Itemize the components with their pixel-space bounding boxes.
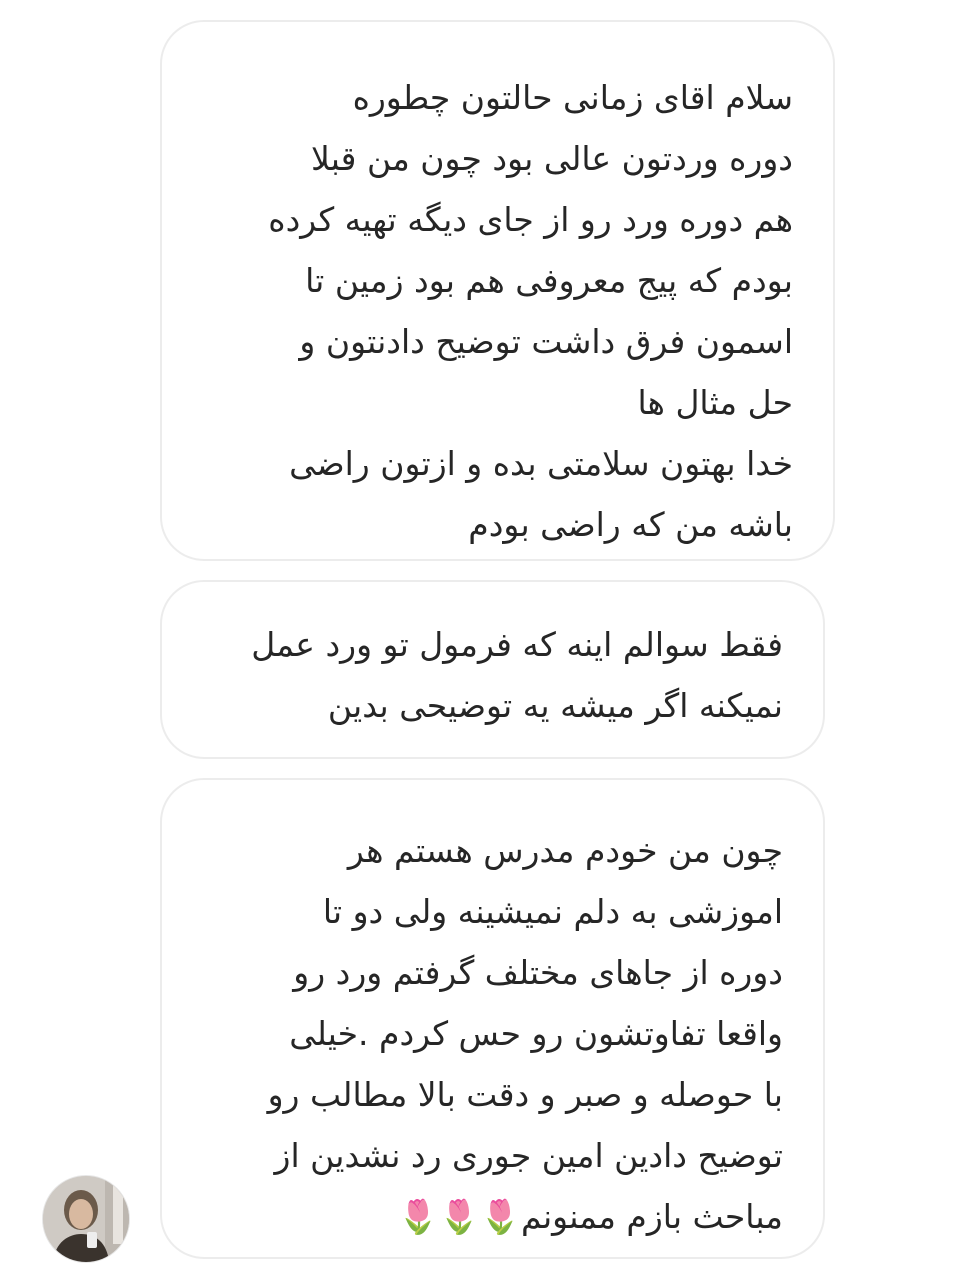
- message-line: فقط سوالم اینه که فرمول تو ورد عمل: [251, 625, 783, 664]
- message-line: نمیکنه اگر میشه یه توضیحی بدین: [327, 686, 783, 725]
- message-line: بودم که پیج معروفی هم بود زمین تا: [305, 261, 793, 300]
- message-bubble-1[interactable]: سلام اقای زمانی حالتون چطوره دوره وردتون…: [160, 20, 835, 561]
- message-line: توضیح دادین امین جوری رد نشدین از: [274, 1136, 783, 1175]
- message-line: واقعا تفاوتشون رو حس کردم .خیلی: [289, 1014, 783, 1053]
- message-line: خدا بهتون سلامتی بده و ازتون راضی: [289, 444, 793, 483]
- message-line: چون من خودم مدرس هستم هر: [347, 831, 783, 870]
- message-line: دوره وردتون عالی بود چون من قبلا: [311, 139, 793, 178]
- message-bubble-2[interactable]: فقط سوالم اینه که فرمول تو ورد عمل نمیکن…: [160, 580, 825, 759]
- message-line: باشه من که راضی بودم: [468, 505, 793, 544]
- message-line: سلام اقای زمانی حالتون چطوره: [352, 78, 793, 117]
- message-line: حل مثال ها: [637, 383, 794, 422]
- sender-avatar[interactable]: [42, 1175, 130, 1263]
- message-bubble-3[interactable]: چون من خودم مدرس هستم هر اموزشی به دلم ن…: [160, 778, 825, 1259]
- message-line: مباحث بازم ممنونم🌷🌷🌷: [397, 1197, 783, 1236]
- message-line: هم دوره ورد رو از جای دیگه تهیه کرده: [268, 200, 793, 239]
- message-line: اموزشی به دلم نمیشینه ولی دو تا: [322, 892, 783, 931]
- message-line: دوره از جاهای مختلف گرفتم ورد رو: [293, 953, 783, 992]
- message-line: با حوصله و صبر و دقت بالا مطالب رو: [267, 1075, 783, 1114]
- person-avatar-icon: [43, 1176, 129, 1262]
- message-line: اسمون فرق داشت توضیح دادنتون و: [299, 322, 793, 361]
